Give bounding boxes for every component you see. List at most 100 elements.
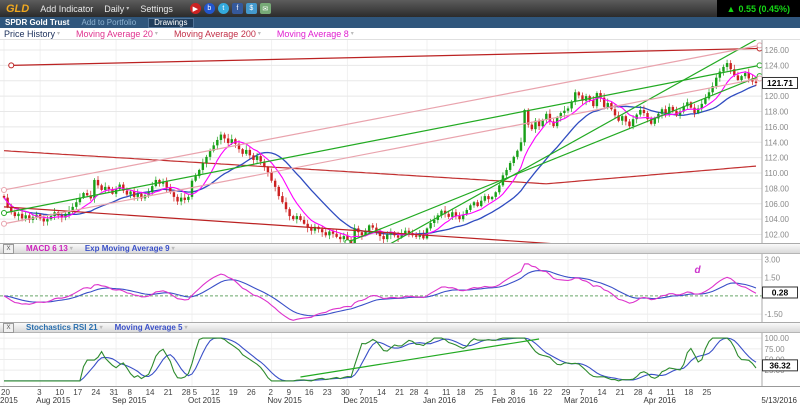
axis-tick-label: 124.00 (765, 61, 790, 70)
axis-tick-label: 126.00 (765, 46, 790, 55)
chevron-down-icon: ▾ (258, 30, 261, 37)
drawing-handle[interactable] (9, 63, 14, 68)
channel-bottom[interactable] (4, 78, 760, 223)
chevron-down-icon: ▾ (126, 5, 129, 12)
axis-tick-label: 102.00 (765, 231, 790, 240)
stochastics-chart[interactable]: 100.0075.0050.0025.0036.32 (0, 333, 800, 386)
timeframe-value: Daily (104, 4, 124, 14)
twitter-icon[interactable]: t (218, 3, 229, 14)
axis-tick-label: 108.00 (765, 184, 790, 193)
uptrend-long[interactable] (4, 65, 760, 213)
legend-moving-average-20[interactable]: Moving Average 20▾ (76, 29, 158, 39)
stoch-close-button[interactable]: X (3, 323, 14, 333)
drawings-menu[interactable]: Drawings (148, 18, 193, 28)
price-legend: Price History▾ Moving Average 20▾ Moving A… (0, 28, 800, 40)
macd-chart[interactable]: 3.00 1.50 -1.50 d 0.28 (0, 254, 800, 322)
axis-tick-label: -1.50 (765, 310, 784, 319)
chevron-down-icon: ▾ (70, 245, 73, 252)
axis-tick-label: 104.00 (765, 215, 790, 224)
drawing-handle[interactable] (757, 43, 762, 48)
date-tick: 25 (475, 388, 484, 397)
date-tick: 18 (457, 388, 466, 397)
axis-tick-label: 75.00 (765, 345, 786, 354)
uptrend-mid[interactable] (347, 76, 759, 242)
drawing-handle[interactable] (757, 76, 762, 81)
price-change-indicator: ▲0.55 (0.45%) (717, 0, 800, 17)
youtube-icon[interactable]: ▶ (190, 3, 201, 14)
change-text: 0.55 (0.45%) (738, 4, 790, 14)
axis-tick-label: 100.00 (765, 334, 790, 343)
add-to-portfolio-button[interactable]: Add to Portfolio (81, 18, 136, 27)
stoch-panel-header: X Stochastics RSI 21▾ Moving Average 5▾ (0, 322, 800, 333)
add-indicator-button[interactable]: Add Indicator (40, 4, 93, 14)
price-chart[interactable]: 126.00124.00122.00120.00118.00116.00114.… (0, 40, 800, 243)
date-tick: 14 (598, 388, 607, 397)
date-tick: 19 (229, 388, 238, 397)
date-axis[interactable]: 2031017243181421285121926291623307142128… (0, 386, 800, 404)
macd-annotation: d (695, 265, 702, 276)
stoch-overlay-label[interactable]: Moving Average 5▾ (115, 323, 188, 332)
axis-tick-label: 114.00 (765, 138, 789, 147)
date-tick: 28 (410, 388, 419, 397)
axis-tick-label: 118.00 (765, 108, 789, 117)
legend-moving-average-200[interactable]: Moving Average 200▾ (174, 29, 261, 39)
legend-moving-average-8[interactable]: Moving Average 8▾ (277, 29, 354, 39)
macd-overlay-label[interactable]: Exp Moving Average 9▾ (85, 244, 175, 253)
settings-menu[interactable]: Settings (140, 4, 173, 14)
blog-icon[interactable]: b (204, 3, 215, 14)
add-indicator-label: Add Indicator (40, 4, 93, 14)
date-tick: 26 (247, 388, 256, 397)
date-tick: 21 (164, 388, 173, 397)
drawing-handle[interactable] (2, 221, 7, 226)
last-price-badge: 121.71 (763, 77, 798, 88)
macd-indicator-label[interactable]: MACD 6 13▾ (26, 244, 73, 253)
axis-tick-label: 110.00 (765, 169, 789, 178)
symbol-bar: SPDR Gold Trust Add to Portfolio Drawing… (0, 17, 800, 28)
timeframe-dropdown[interactable]: Daily▾ (104, 4, 129, 14)
facebook-icon[interactable]: f (232, 3, 243, 14)
ma20-line (4, 85, 756, 234)
stoch-indicator-label[interactable]: Stochastics RSI 21▾ (26, 323, 103, 332)
charting-app: GLD Add Indicator Daily▾ Settings ▶btf$✉… (0, 0, 800, 404)
social-icons: ▶btf$✉ (190, 3, 271, 14)
settings-label: Settings (140, 4, 173, 14)
date-tick: 16 (305, 388, 314, 397)
date-tick: 14 (377, 388, 386, 397)
svg-text:121.71: 121.71 (767, 78, 793, 88)
axis-tick-label: 1.50 (765, 274, 781, 283)
drawing-handle[interactable] (757, 63, 762, 68)
top-toolbar: GLD Add Indicator Daily▾ Settings ▶btf$✉… (0, 0, 800, 17)
date-tick: 17 (73, 388, 82, 397)
legend-price-history[interactable]: Price History▾ (4, 29, 60, 39)
date-tick: 18 (684, 388, 693, 397)
macd-panel-header: X MACD 6 13▾ Exp Moving Average 9▾ (0, 243, 800, 254)
axis-tick-label: 3.00 (765, 255, 781, 264)
stoch-value-badge: 36.32 (763, 360, 798, 371)
chevron-down-icon: ▾ (172, 245, 175, 252)
drawing-handle[interactable] (2, 211, 7, 216)
macd-close-button[interactable]: X (3, 244, 14, 254)
ma8-line (4, 72, 756, 237)
lower-trendline[interactable] (4, 207, 760, 243)
ma200-line (4, 151, 756, 184)
mail-icon[interactable]: ✉ (260, 3, 271, 14)
date-tick: 21 (395, 388, 404, 397)
drawing-handle[interactable] (345, 240, 350, 243)
macd-value-badge: 0.28 (763, 287, 798, 298)
date-tick: 28 (634, 388, 643, 397)
chevron-down-icon: ▾ (57, 30, 60, 37)
macd-line (4, 264, 756, 321)
axis-tick-label: 112.00 (765, 154, 789, 163)
app-logo[interactable]: GLD (6, 3, 29, 15)
axis-tick-label: 120.00 (765, 92, 790, 101)
chevron-down-icon: ▾ (351, 30, 354, 37)
date-tick: 14 (146, 388, 155, 397)
up-arrow-icon: ▲ (727, 4, 736, 14)
date-tick: 25 (702, 388, 711, 397)
chevron-down-icon: ▾ (155, 30, 158, 37)
axis-tick-label: 106.00 (765, 200, 790, 209)
drawing-handle[interactable] (2, 187, 7, 192)
symbol-name: SPDR Gold Trust (5, 18, 69, 27)
stocktwits-icon[interactable]: $ (246, 3, 257, 14)
date-tick: 21 (616, 388, 625, 397)
